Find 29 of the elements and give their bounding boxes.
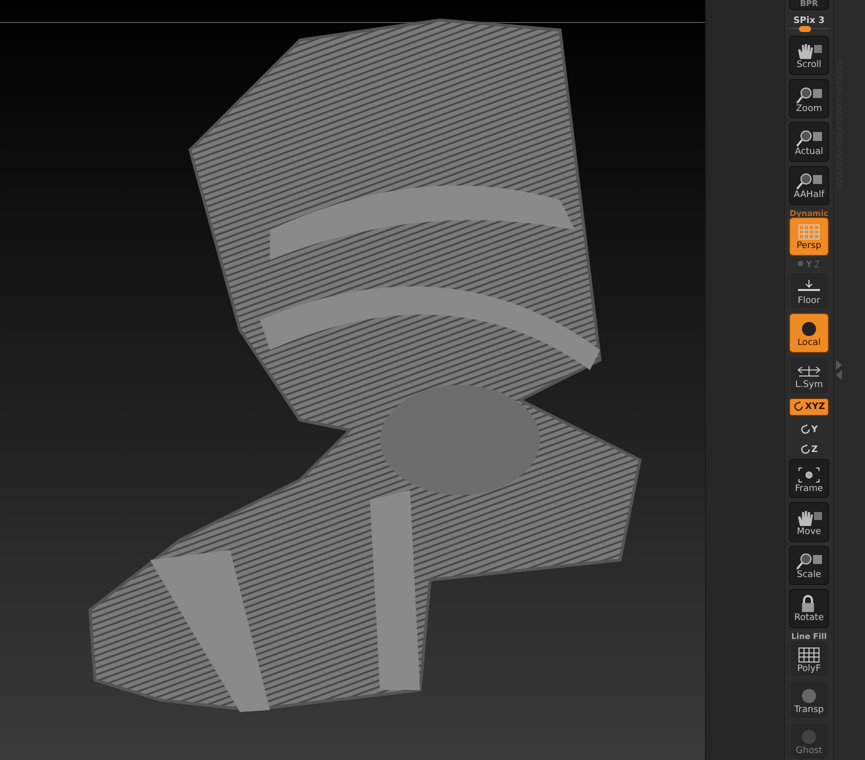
tool-button[interactable]: Transp [789, 681, 829, 719]
tool-button[interactable]: Floor [789, 272, 829, 310]
tool-button[interactable]: Move [789, 502, 829, 542]
tool-button[interactable]: AAHalf [789, 166, 829, 205]
tool-button[interactable]: Scale [789, 546, 829, 585]
tool-button[interactable]: Actual [789, 122, 829, 162]
magnifier-icon [794, 86, 824, 104]
tool-button[interactable]: Frame [789, 459, 829, 498]
tool-button[interactable]: L.Sym [789, 356, 829, 394]
magnifier-icon [794, 172, 824, 190]
rotate-axis-button[interactable]: Z [800, 439, 818, 456]
tool-button[interactable]: Persp [789, 216, 829, 256]
rotate-axis-button[interactable]: Y [800, 420, 818, 436]
rotate-axis-button[interactable]: XYZ [789, 398, 829, 416]
tool-button[interactable]: Rotate [789, 588, 829, 628]
magnifier-icon [794, 128, 824, 147]
button-caption: Dynamic [790, 208, 828, 218]
tool-button[interactable]: Zoom [789, 79, 829, 118]
tool-button[interactable]: PolyF [789, 640, 829, 678]
rotate-icon [800, 424, 812, 436]
button-caption: Line Fill [791, 632, 827, 642]
axis-toggles-icon[interactable] [798, 260, 820, 268]
tool-button[interactable]: Local [789, 313, 829, 353]
render-button[interactable]: BPR [789, 0, 829, 10]
magnifier-icon [794, 552, 824, 570]
rotate-icon [800, 444, 812, 456]
spix-label: SPix 3 [793, 16, 825, 26]
rotate-icon [793, 401, 804, 412]
tool-button[interactable]: Scroll [789, 36, 829, 76]
